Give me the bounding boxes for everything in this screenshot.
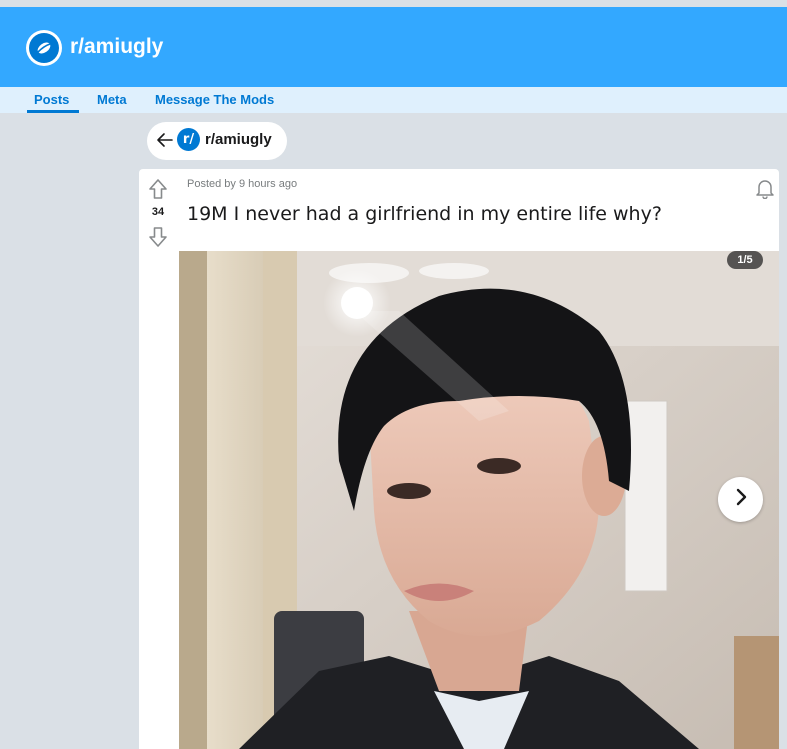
chevron-right-icon	[733, 488, 749, 511]
subreddit-icon[interactable]	[26, 30, 62, 66]
planet-icon	[29, 33, 59, 63]
gallery-next-button[interactable]	[718, 477, 763, 522]
photo-illustration	[179, 251, 779, 749]
tab-message-the-mods[interactable]: Message The Mods	[155, 92, 274, 108]
downvote-icon[interactable]	[148, 226, 168, 253]
post-image[interactable]	[179, 251, 779, 749]
back-arrow-icon[interactable]	[156, 131, 174, 154]
subreddit-nav: Posts Meta Message The Mods	[0, 87, 787, 113]
subreddit-title[interactable]: r/amiugly	[70, 33, 163, 61]
back-pill-label[interactable]: r/amiugly	[205, 131, 272, 149]
tab-meta[interactable]: Meta	[97, 92, 127, 108]
tab-posts[interactable]: Posts	[34, 92, 69, 108]
vote-count: 34	[151, 206, 165, 218]
subreddit-banner: r/amiugly	[0, 7, 787, 87]
post-title[interactable]: 19M I never had a girlfriend in my entir…	[187, 202, 662, 226]
top-strip	[0, 0, 787, 7]
upvote-icon[interactable]	[148, 178, 168, 205]
subreddit-avatar: r/	[177, 128, 200, 151]
active-tab-indicator	[27, 110, 79, 113]
gallery-counter-badge: 1/5	[727, 251, 763, 269]
post-meta: Posted by 9 hours ago	[187, 178, 298, 190]
notification-bell-icon[interactable]	[754, 177, 776, 204]
